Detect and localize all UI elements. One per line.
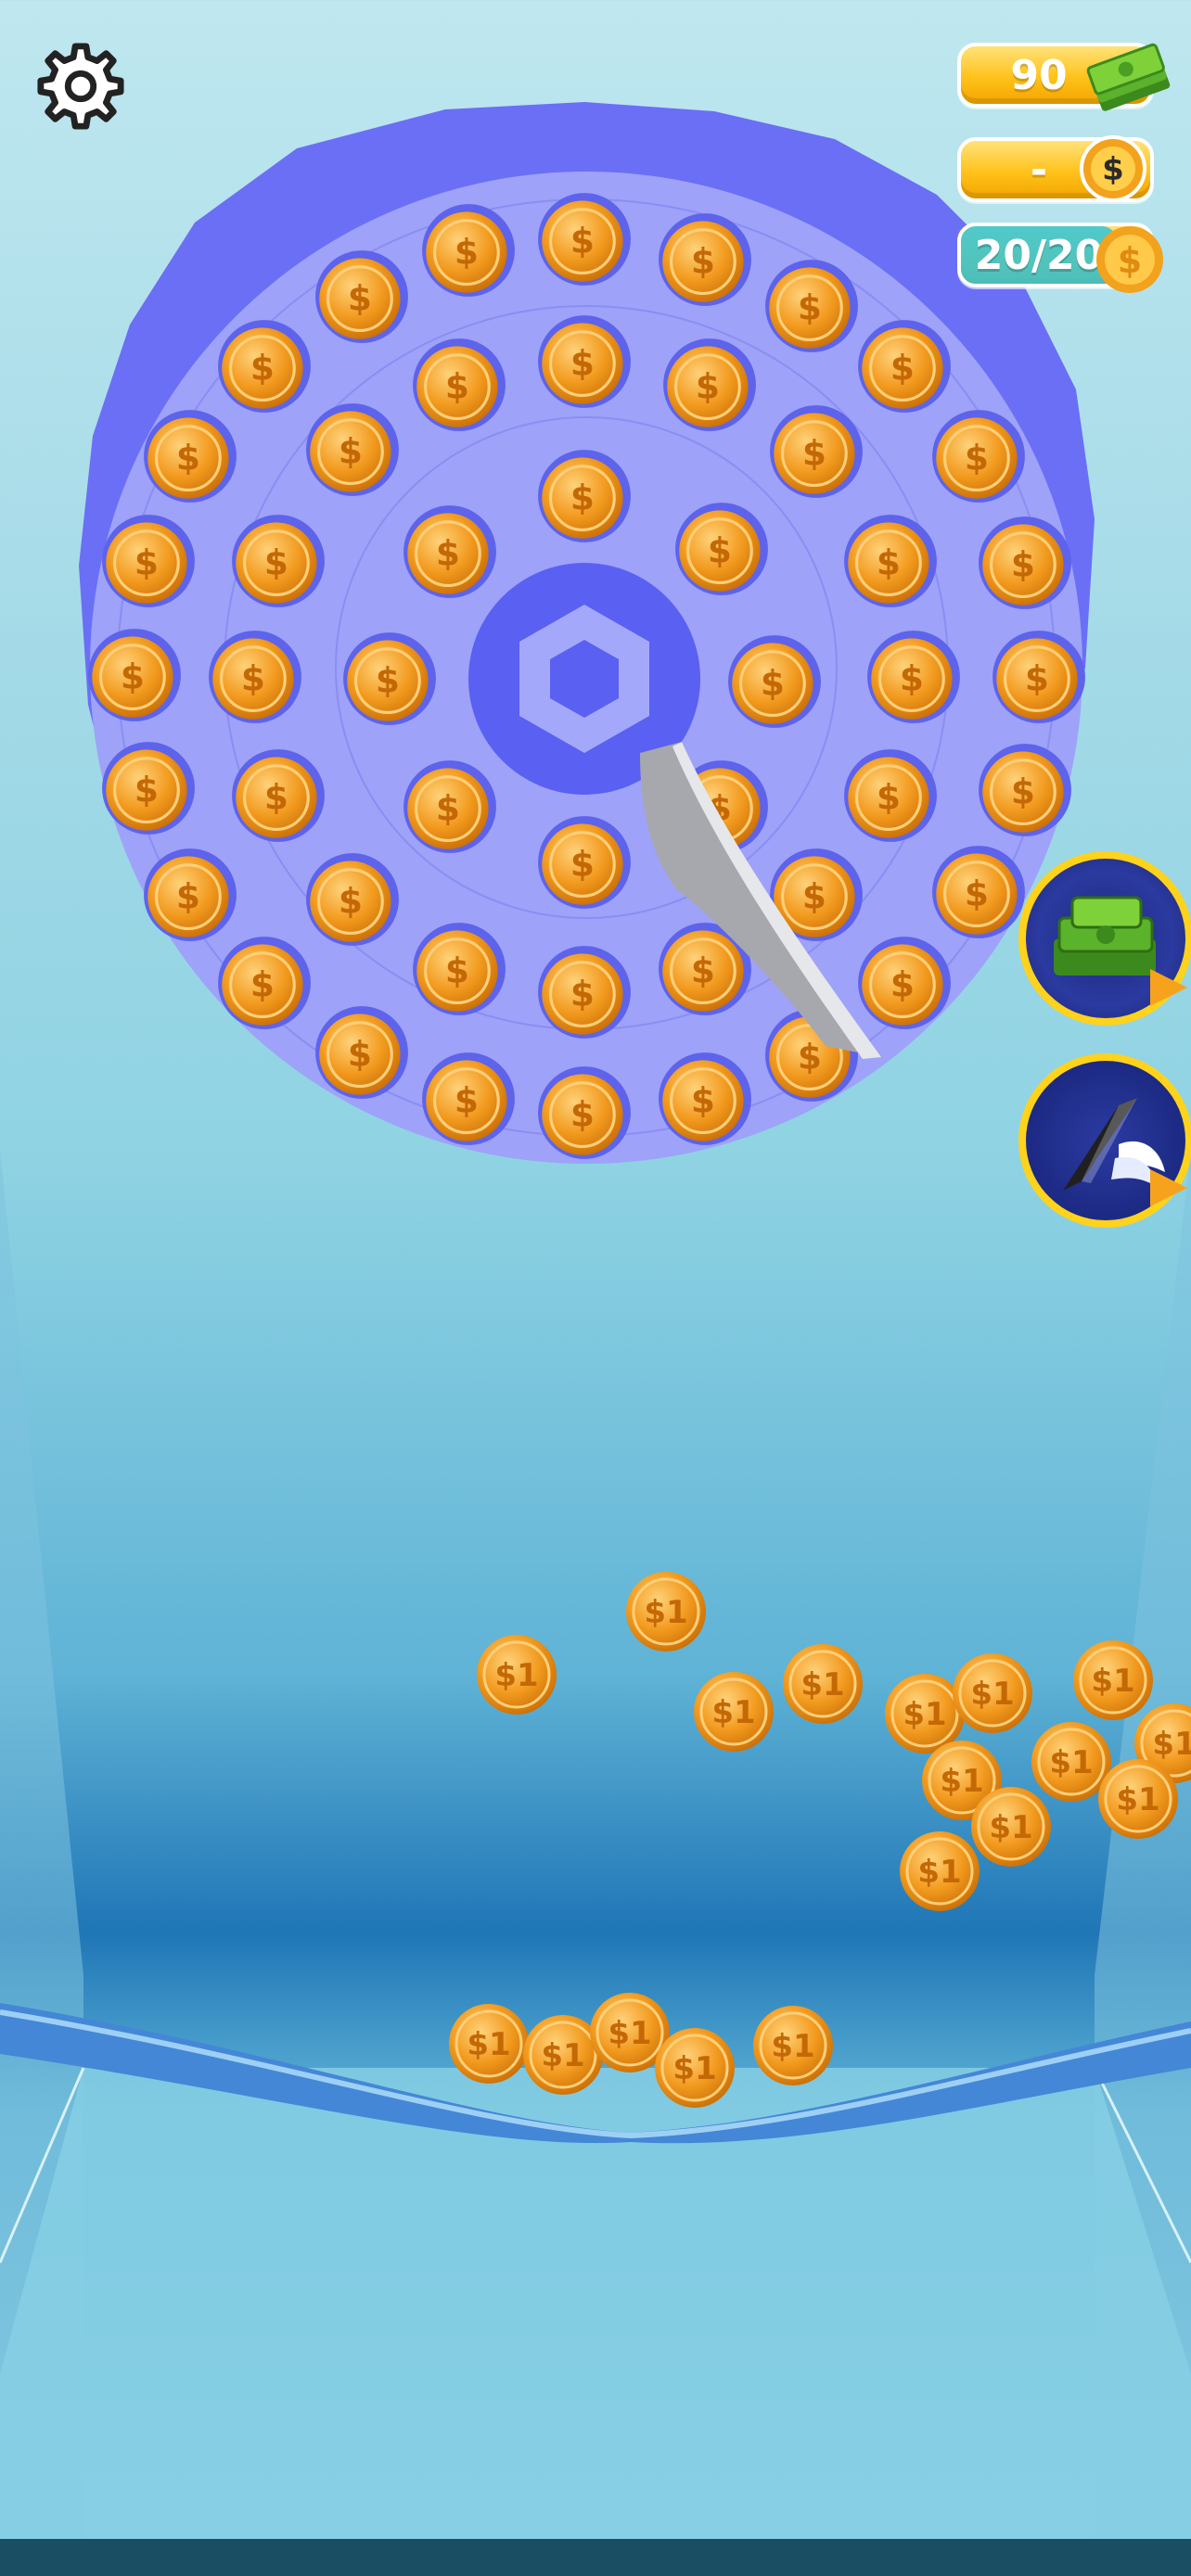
board-coin: [411, 337, 507, 433]
svg-text:$: $: [1102, 151, 1124, 188]
board-coin: [657, 211, 753, 308]
board-coin: [865, 629, 962, 725]
board-coin: [930, 408, 1027, 504]
board-coin: [661, 337, 758, 433]
board-coin: [304, 851, 401, 948]
bottom-bar: [0, 2539, 1191, 2576]
board-coin: [100, 513, 197, 609]
cash-stack-icon: [1086, 43, 1171, 111]
board-coin: [142, 408, 238, 504]
board-coin: [314, 1004, 410, 1101]
board-coin: [402, 504, 498, 600]
board-coin: [142, 847, 238, 943]
board-coin: [216, 935, 313, 1031]
board-coin: [842, 747, 939, 844]
board-coin: [842, 513, 939, 609]
box-floor: [0, 2068, 1191, 2576]
board-coin: [536, 313, 633, 410]
board-coin: [977, 742, 1073, 838]
board-coin: [207, 629, 303, 725]
board-coin: [856, 935, 953, 1031]
board-coin: [411, 921, 507, 1017]
board-coin: [536, 814, 633, 911]
board-coin: [341, 631, 438, 727]
coin-stack-icon: $: [1080, 135, 1146, 202]
board-coin: [536, 191, 633, 287]
board-coin: [230, 513, 327, 609]
board-coin: [86, 627, 183, 723]
board-coin: [314, 249, 410, 345]
board-coin: [673, 501, 770, 597]
board-coin: [402, 759, 498, 855]
board-coin: [856, 318, 953, 414]
board-coin: [536, 448, 633, 544]
board-coin: [768, 403, 864, 500]
board-coin: [763, 258, 860, 354]
board-coin: [930, 844, 1027, 940]
cash-boost-arrow-icon: [1150, 969, 1187, 1006]
board-coin: [536, 944, 633, 1040]
board-coin: [420, 1051, 517, 1147]
gear-icon[interactable]: [35, 41, 126, 132]
board-coin: [726, 633, 823, 730]
board-coin: [977, 515, 1073, 611]
board-coin: [991, 629, 1087, 725]
board-coin: [230, 747, 327, 844]
board-coin: [304, 402, 401, 498]
board-coin: [100, 740, 197, 836]
dollar-coin-icon: $: [1096, 226, 1163, 293]
board-coin: [420, 202, 517, 299]
board-coin: [216, 318, 313, 414]
board-coin: [657, 1051, 753, 1147]
game-scene: $ $: [0, 0, 1191, 2576]
board-coin: [536, 1065, 633, 1161]
svg-text:$: $: [1118, 240, 1142, 281]
knife-boost-arrow-icon: [1150, 1169, 1187, 1206]
